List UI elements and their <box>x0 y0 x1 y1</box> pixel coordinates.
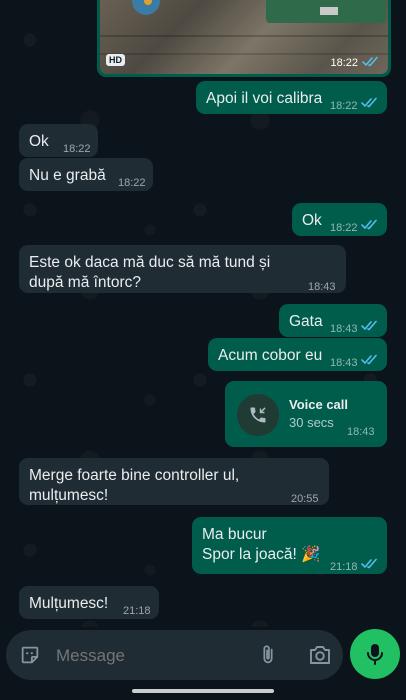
outgoing-message[interactable]: Gata 18:43 <box>279 304 387 337</box>
read-receipt-icon <box>362 56 378 67</box>
message-time: 18:22 <box>63 143 91 155</box>
incoming-message[interactable]: Merge foarte bine controller ul, mulțume… <box>19 458 329 505</box>
message-time: 18:22 <box>330 100 358 112</box>
message-text: Ok <box>29 133 49 150</box>
message-time: 21:18 <box>330 561 358 573</box>
message-list[interactable]: HD 18:22 Apoi il voi calibra 18:22 Ok 18… <box>0 0 406 625</box>
message-text-line1: Ma bucur <box>202 526 267 543</box>
camera-icon[interactable] <box>308 644 332 666</box>
outgoing-message[interactable]: Apoi il voi calibra 18:22 <box>196 81 387 114</box>
message-text: Nu e grabă <box>29 167 106 184</box>
message-text: Este ok daca mă duc să mă tund și după m… <box>29 254 271 291</box>
incoming-message[interactable]: Este ok daca mă duc să mă tund și după m… <box>19 245 346 293</box>
incoming-call-icon <box>237 394 279 436</box>
message-text: Mulțumesc! <box>29 595 109 612</box>
message-time: 18:43 <box>330 357 358 369</box>
read-receipt-icon <box>361 558 377 569</box>
message-input[interactable] <box>54 642 248 670</box>
message-time: 18:22 <box>118 177 146 189</box>
image-message[interactable]: HD 18:22 <box>97 0 391 77</box>
read-receipt-icon <box>361 320 377 331</box>
message-time: 18:43 <box>308 281 336 293</box>
message-time: 18:43 <box>347 426 375 438</box>
hd-badge: HD <box>106 54 125 66</box>
outgoing-message[interactable]: Ok 18:22 <box>292 203 387 236</box>
read-receipt-icon <box>361 219 377 230</box>
voice-record-button[interactable] <box>350 629 400 679</box>
voice-call-message[interactable]: Voice call 30 secs 18:43 <box>225 381 387 447</box>
incoming-message[interactable]: Nu e grabă 18:22 <box>19 158 153 191</box>
outgoing-message[interactable]: Acum cobor eu 18:43 <box>208 338 387 371</box>
read-receipt-icon <box>361 354 377 365</box>
incoming-message[interactable]: Mulțumesc! 21:18 <box>19 586 159 619</box>
mic-icon <box>367 644 383 665</box>
home-indicator[interactable] <box>132 689 274 693</box>
message-text: Ok <box>302 212 322 229</box>
message-text: Merge foarte bine controller ul, mulțume… <box>29 467 240 504</box>
image-thumbnail[interactable]: HD 18:22 <box>100 0 388 74</box>
call-duration: 30 secs <box>289 415 334 430</box>
message-input-container[interactable] <box>6 630 343 680</box>
message-time: 18:43 <box>330 323 358 335</box>
message-time: 21:18 <box>123 605 151 617</box>
message-time: 18:22 <box>330 57 358 69</box>
message-time: 20:55 <box>291 493 319 505</box>
message-text: Apoi il voi calibra <box>206 90 323 107</box>
composer-bar <box>0 627 406 700</box>
paperclip-icon[interactable] <box>257 643 279 667</box>
outgoing-message[interactable]: Ma bucur Spor la joacă! 🎉 21:18 <box>192 517 387 574</box>
incoming-message[interactable]: Ok 18:22 <box>19 124 98 157</box>
sticker-icon[interactable] <box>19 644 41 666</box>
message-text: Gata <box>289 313 323 330</box>
call-title: Voice call <box>289 397 349 412</box>
message-time: 18:22 <box>330 222 358 234</box>
read-receipt-icon <box>361 97 377 108</box>
message-text: Acum cobor eu <box>218 347 323 364</box>
